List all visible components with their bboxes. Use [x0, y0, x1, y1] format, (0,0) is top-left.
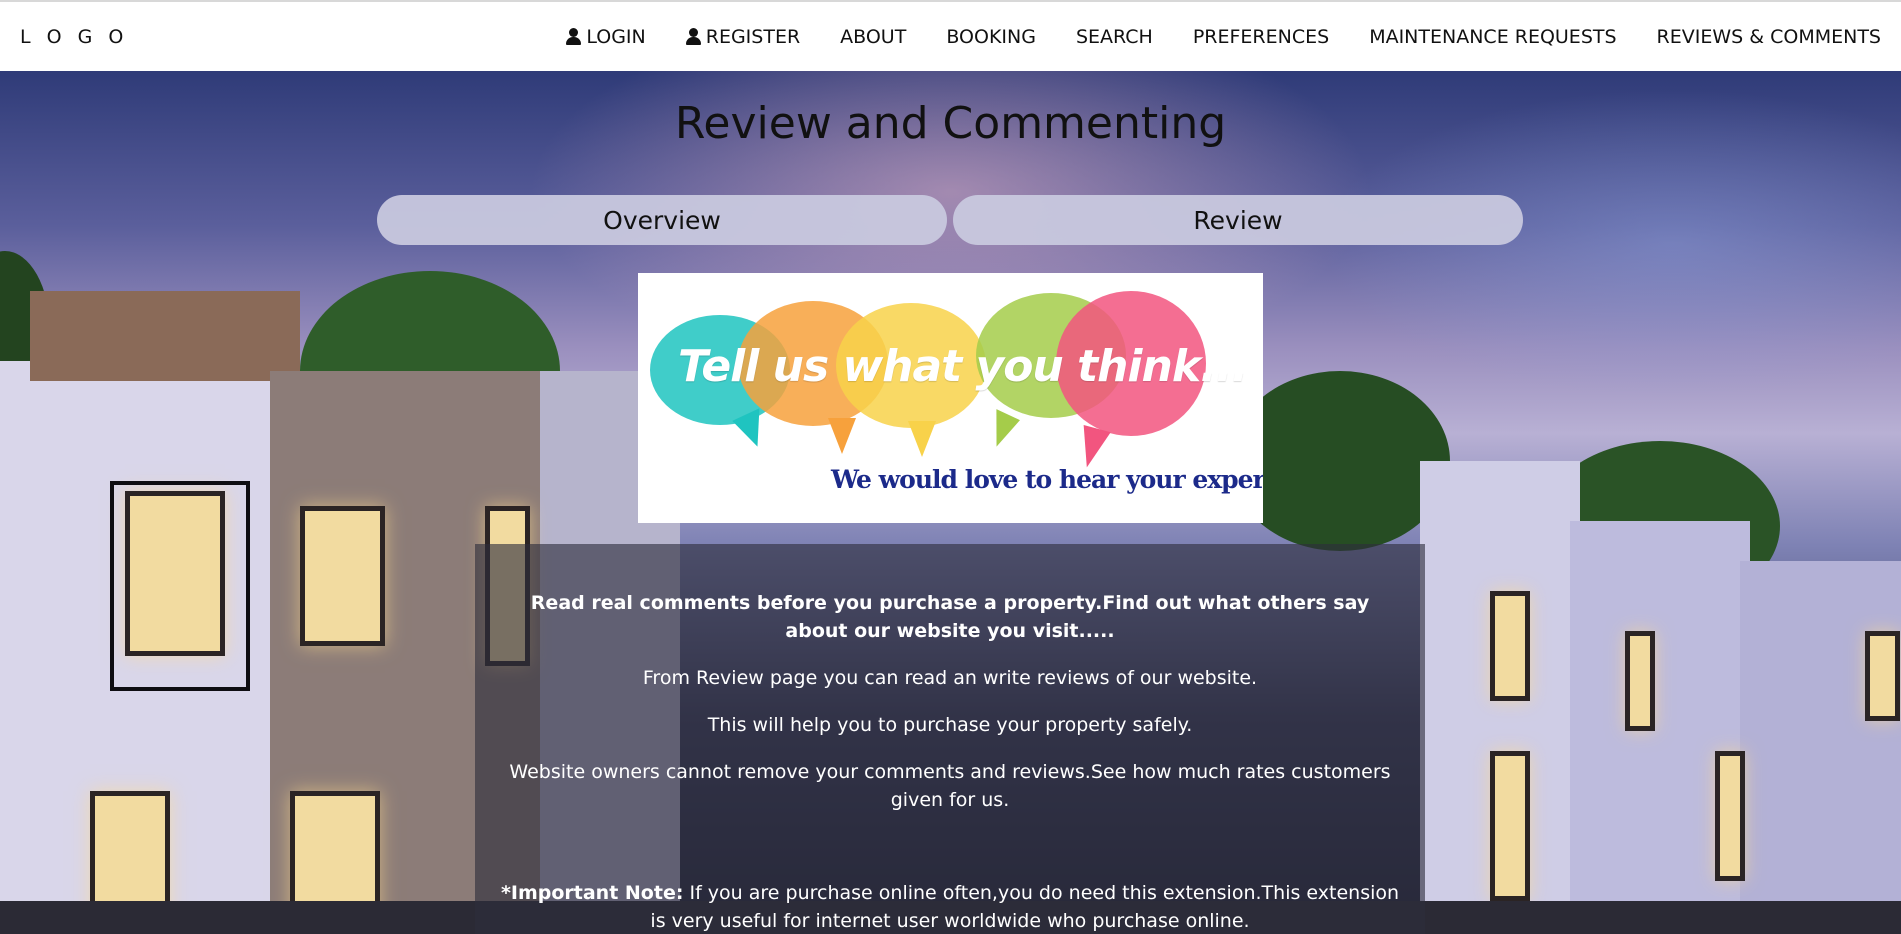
nav-reviews-comments-link[interactable]: REVIEWS & COMMENTS: [1657, 26, 1881, 48]
nav-maintenance-requests-link[interactable]: MAINTENANCE REQUESTS: [1369, 26, 1616, 48]
important-note: *Important Note: If you are purchase onl…: [497, 879, 1403, 934]
bubble-tail: [828, 418, 856, 454]
top-navbar: L O G O LOGIN REGISTER ABOUT BOOKING SEA…: [0, 0, 1901, 71]
nav-links: LOGIN REGISTER ABOUT BOOKING SEARCH PREF…: [566, 2, 1881, 71]
info-line: From Review page you can read an write r…: [642, 667, 1258, 689]
house-roof: [30, 291, 300, 381]
nav-about-link[interactable]: ABOUT: [840, 26, 906, 48]
window: [1715, 751, 1745, 881]
nav-register-label: REGISTER: [705, 25, 801, 48]
nav-login-link[interactable]: LOGIN: [566, 25, 646, 48]
feedback-promo-image: Tell us what you think... We would love …: [638, 273, 1263, 523]
info-heading: Read real comments before you purchase a…: [530, 592, 1370, 642]
background-tree: [1230, 371, 1450, 551]
nav-login-label: LOGIN: [586, 25, 646, 48]
bubble-tail: [908, 421, 936, 457]
window: [300, 506, 385, 646]
tab-overview[interactable]: Overview: [377, 195, 947, 245]
info-line: This will help you to purchase your prop…: [707, 714, 1193, 736]
user-icon: [566, 28, 582, 45]
window: [1625, 631, 1655, 731]
info-line: Website owners cannot remove your commen…: [509, 761, 1391, 811]
nav-search-link[interactable]: SEARCH: [1076, 26, 1153, 48]
overview-info-panel: Read real comments before you purchase a…: [475, 544, 1425, 934]
window: [1490, 591, 1530, 701]
nav-preferences-link[interactable]: PREFERENCES: [1193, 26, 1329, 48]
tab-review[interactable]: Review: [953, 195, 1523, 245]
site-logo[interactable]: L O G O: [20, 26, 128, 48]
important-note-label: *Important Note:: [500, 882, 684, 904]
window-frame: [110, 481, 250, 691]
promo-headline: Tell us what you think...: [678, 341, 1248, 392]
window: [1490, 751, 1530, 901]
page-title: Review and Commenting: [674, 98, 1227, 149]
important-note-text: If you are purchase online often,you do …: [650, 882, 1400, 932]
nav-register-link[interactable]: REGISTER: [685, 25, 801, 48]
window: [1865, 631, 1900, 721]
nav-booking-link[interactable]: BOOKING: [946, 26, 1036, 48]
bubble-tail: [982, 409, 1020, 451]
promo-subline: We would love to hear your experience!: [831, 465, 1263, 494]
house-block: [1740, 561, 1901, 934]
user-icon: [685, 28, 701, 45]
